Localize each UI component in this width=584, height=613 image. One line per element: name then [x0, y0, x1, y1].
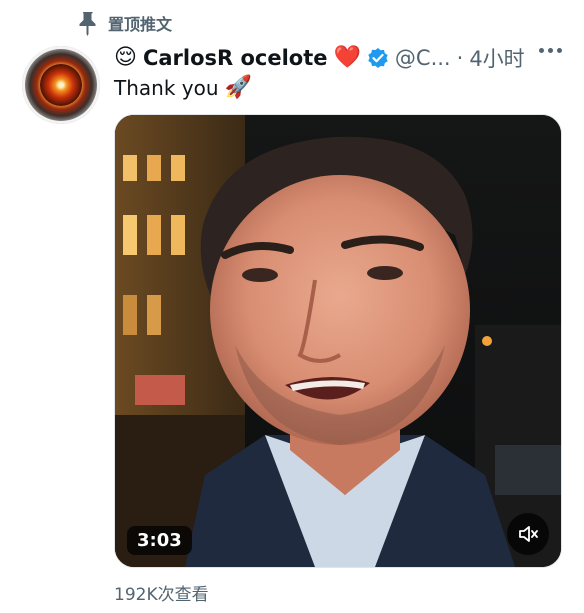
emoji-heart: ❤️ — [333, 45, 361, 70]
video-duration: 3:03 — [127, 526, 192, 555]
video-player[interactable]: 3:03 — [114, 114, 562, 568]
tweet-text-body: Thank you — [114, 76, 219, 100]
emoji-relieved: 😌 — [114, 45, 137, 70]
verified-badge-icon — [367, 47, 389, 69]
pinned-tweet-indicator: 置顶推文 — [76, 10, 172, 36]
mute-icon[interactable] — [507, 513, 549, 555]
pinned-label: 置顶推文 — [108, 15, 173, 34]
tweet-text: Thank you 🚀 — [114, 76, 252, 100]
handle[interactable]: @C... — [395, 46, 451, 70]
avatar-emblem — [40, 64, 82, 106]
rocket-emoji: 🚀 — [224, 75, 252, 100]
more-options-icon[interactable] — [539, 48, 562, 53]
video-thumbnail — [115, 115, 561, 567]
tweet-header: 😌 CarlosR ocelote ❤️ @C... · 4小时 — [114, 38, 564, 78]
separator-dot: · — [456, 46, 464, 70]
pin-icon — [76, 10, 100, 36]
avatar[interactable] — [22, 46, 100, 124]
timestamp[interactable]: 4小时 — [469, 43, 524, 73]
display-name[interactable]: CarlosR ocelote — [143, 46, 328, 70]
view-count: 192K次查看 — [114, 585, 209, 605]
